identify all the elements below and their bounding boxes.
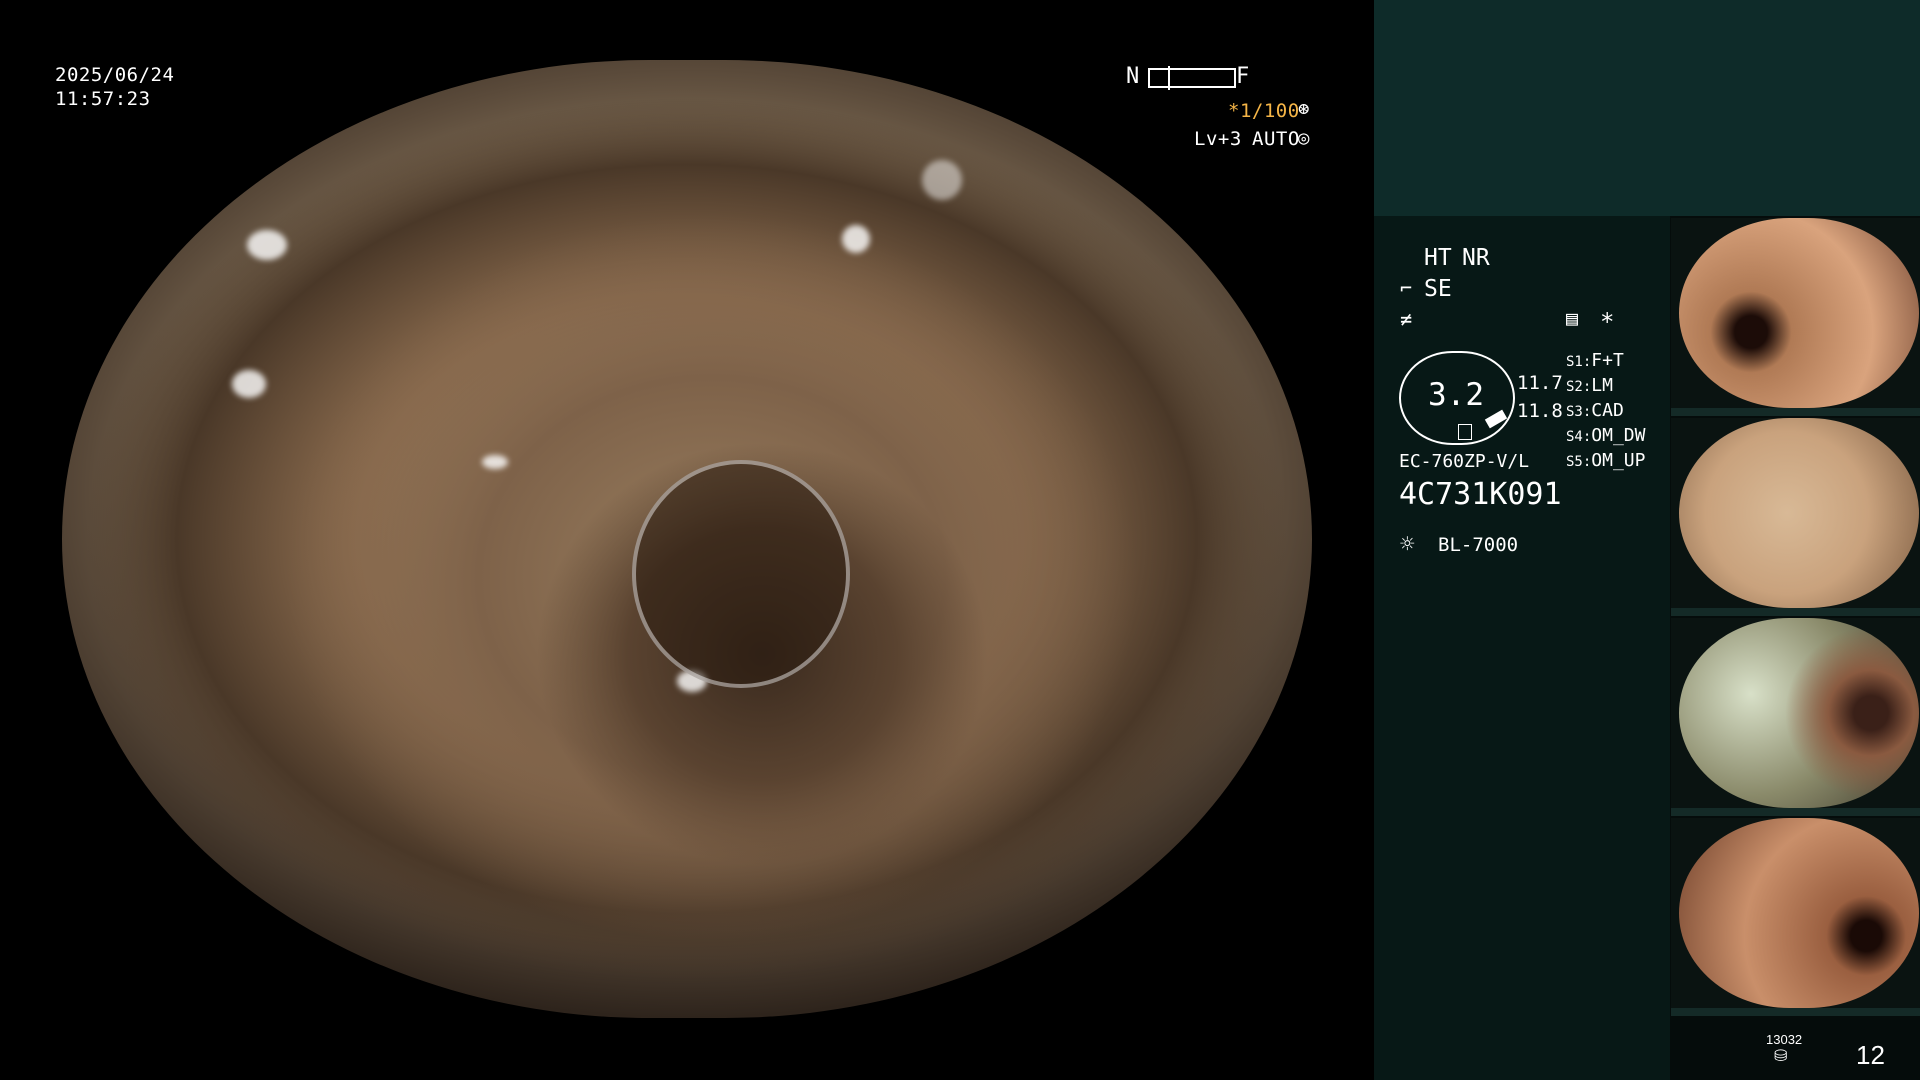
ht-label: HT: [1424, 245, 1452, 271]
shutter-label: *1/100: [1228, 100, 1300, 122]
scope-model: EC-760ZP-V/L: [1399, 451, 1530, 472]
zoom-value: 3.2: [1428, 377, 1484, 413]
asterisk-label: *: [1600, 308, 1615, 336]
settings-area: [1374, 216, 1670, 1080]
thumbnail-1[interactable]: [1671, 218, 1920, 416]
thumbnail-3[interactable]: [1671, 618, 1920, 816]
value-bottom: 11.8: [1517, 400, 1563, 422]
nr-label: NR: [1462, 245, 1490, 271]
freeze-icon: ≠: [1400, 307, 1413, 331]
thumbnail-2[interactable]: [1671, 418, 1920, 616]
menu-icon: ▤: [1566, 306, 1579, 330]
shutter-icon: ⊛: [1298, 98, 1310, 120]
thumbnail-4[interactable]: [1671, 818, 1920, 1016]
value-top: 11.7: [1517, 372, 1563, 394]
focus-near-label: N: [1126, 64, 1140, 89]
storage-count: 13032: [1766, 1032, 1803, 1047]
level-label: Lv+3: [1194, 128, 1242, 150]
switch-1: S1:F+T: [1566, 350, 1624, 371]
date-label: 2025/06/24: [55, 64, 175, 86]
magnifier-icon: ⌐: [1400, 276, 1413, 300]
endoscope-view: 2025/06/24 11:57:23 N F *1/100 ⊛ Lv+3 AU…: [0, 0, 1374, 1080]
focus-marker: [1168, 66, 1170, 90]
image-count: 12: [1856, 1040, 1885, 1070]
focus-far-label: F: [1236, 64, 1250, 89]
storage-icon: ⛁: [1774, 1046, 1788, 1065]
light-icon: ☼: [1400, 530, 1415, 558]
scope-serial: 4C731K091: [1399, 477, 1562, 512]
switch-2: S2:LM: [1566, 375, 1613, 396]
endoscope-image: [62, 60, 1312, 1018]
time-label: 11:57:23: [55, 88, 151, 110]
exposure-mode-label: AUTO: [1252, 128, 1300, 150]
focus-indicator: [1148, 66, 1236, 90]
light-source: BL-7000: [1438, 534, 1519, 556]
switch-4: S4:OM_DW: [1566, 425, 1646, 446]
se-label: SE: [1424, 276, 1452, 302]
panel-header-area: [1374, 0, 1920, 216]
switch-3: S3:CAD: [1566, 400, 1624, 421]
exposure-icon: ◎: [1298, 127, 1310, 149]
zoom-box-icon: [1458, 424, 1472, 440]
switch-5: S5:OM_UP: [1566, 450, 1646, 471]
